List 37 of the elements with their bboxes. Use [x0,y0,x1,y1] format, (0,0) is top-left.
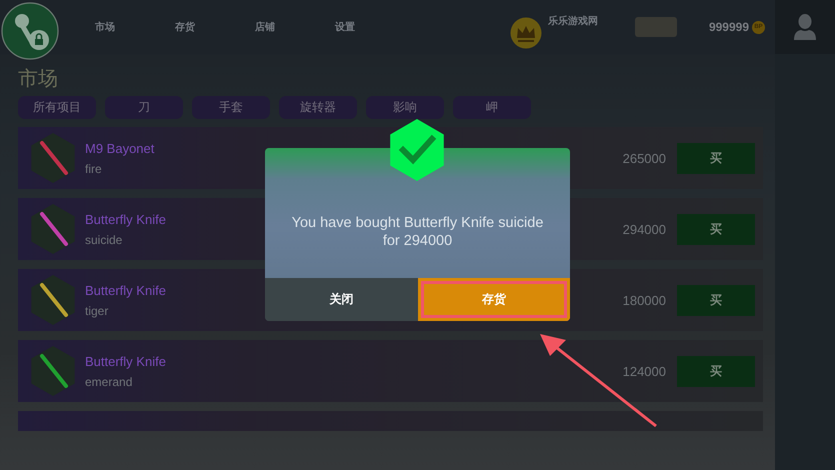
buy-button[interactable]: 买 [677,142,755,174]
item-skin: suicide [85,232,124,246]
filter-tab[interactable]: 岬 [453,96,531,119]
item-price: 294000 [622,222,666,236]
filter-tab[interactable]: 影响 [366,96,444,119]
close-button[interactable]: 关闭 [265,278,418,321]
inventory-button[interactable]: 存货 [418,278,570,321]
nav-tab[interactable]: 市场 [95,18,175,36]
rank-badge [634,17,677,37]
dialog-message: You have bought Butterfly Knife suicide for 294000 [290,214,544,251]
key-lock-logo-icon[interactable] [1,2,59,60]
nav-tab[interactable]: 店铺 [255,18,335,36]
item-name: Butterfly Knife [85,282,166,298]
item-price: 124000 [622,364,666,378]
item-skin: tiger [85,304,110,318]
buy-button[interactable]: 买 [677,284,755,316]
coin-balance: 999999 [708,20,749,34]
item-skin: emerand [85,374,134,388]
avatar-icon[interactable] [793,13,817,41]
item-price: 180000 [622,292,666,308]
filter-tab[interactable]: 所有项目 [18,96,96,119]
nav-tab[interactable]: 存货 [175,18,255,36]
item-name: M9 Bayonet [85,140,154,156]
item-price: 265000 [622,150,666,166]
buy-button[interactable]: 买 [677,356,755,386]
item-skin: fire [85,162,103,176]
page-title: 市场 [18,67,59,92]
buy-button[interactable]: 买 [677,214,755,244]
filter-tab[interactable]: 旋转器 [279,96,357,119]
nav-tab[interactable]: 设置 [335,18,415,36]
crown-icon [510,17,542,49]
checkmark-badge-icon [387,119,447,181]
filter-tab[interactable]: 刀 [105,96,183,119]
item-name: Butterfly Knife [85,212,166,226]
filter-tab[interactable]: 手套 [192,96,270,119]
user-name: 乐乐游戏网 [548,14,598,28]
item-name: Butterfly Knife [85,354,166,368]
